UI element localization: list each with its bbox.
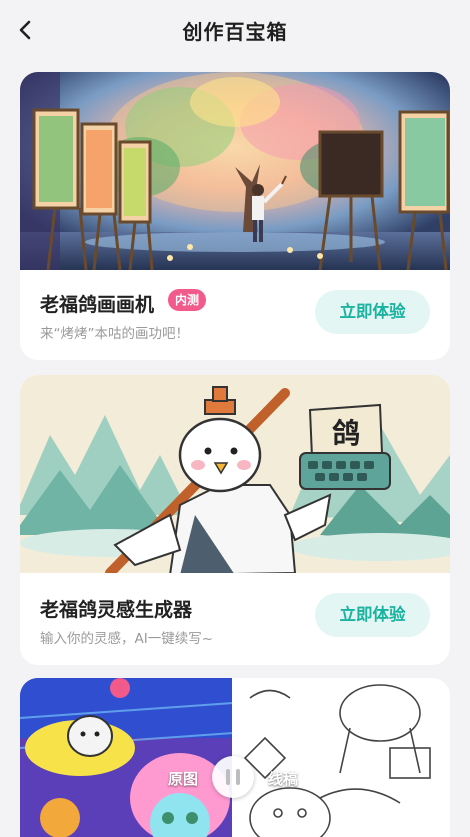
- compare-slider-handle[interactable]: [212, 756, 254, 798]
- card-title: 老福鸽画画机: [40, 294, 155, 316]
- lineart-label: 线稿: [268, 770, 299, 788]
- painter-card[interactable]: 老福鸽画画机 内测 来“烤烤”本咕的画功吧！ 立即体验: [20, 72, 450, 360]
- try-now-button[interactable]: 立即体验: [315, 593, 430, 637]
- lineart-compare-card[interactable]: 原图 线稿: [20, 678, 450, 837]
- beta-badge: 内测: [168, 289, 207, 311]
- inspiration-card[interactable]: 鸽 老福鸽灵感生成器 输入你的灵感，AI一键续写~ 立即体验: [20, 375, 450, 665]
- painter-illustration: [20, 72, 450, 270]
- card-title: 老福鸽灵感生成器: [40, 599, 193, 621]
- pigeon-illustration: 鸽: [20, 375, 450, 573]
- typewriter-character: 鸽: [332, 417, 360, 450]
- card-subtitle: 来“烤烤”本咕的画功吧！: [40, 326, 189, 342]
- card-subtitle: 输入你的灵感，AI一键续写~: [40, 631, 214, 647]
- original-label: 原图: [168, 770, 199, 788]
- try-now-button[interactable]: 立即体验: [315, 290, 430, 334]
- top-bar: 创作百宝箱: [0, 0, 470, 62]
- page-title: 创作百宝箱: [182, 20, 288, 44]
